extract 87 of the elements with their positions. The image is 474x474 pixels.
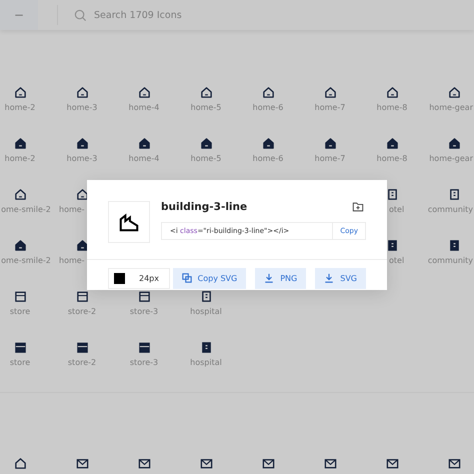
copy-svg-button[interactable]: Copy SVG [172,268,246,288]
building-icon[interactable] [386,239,398,252]
house-icon[interactable] [324,86,336,99]
folder-add-icon[interactable] [352,201,364,213]
building-icon[interactable] [200,341,212,354]
icon-label: home-2 [4,154,36,163]
house-icon[interactable] [138,86,150,99]
icon-label: home-3 [66,103,98,112]
store-icon[interactable] [76,341,88,354]
house-icon[interactable] [76,86,88,99]
house-icon[interactable] [448,86,460,99]
house-icon[interactable] [386,137,398,150]
icon-label: community [428,205,473,214]
icon-label: home-5 [190,103,222,112]
icon-label: otel [389,256,404,265]
store-icon[interactable] [138,341,150,354]
house-icon[interactable] [386,86,398,99]
icon-label: home-7 [314,103,346,112]
house-icon[interactable] [76,137,88,150]
envelope-icon[interactable] [448,457,460,470]
icon-label: home-5 [190,154,222,163]
icon-label: home-4 [128,103,160,112]
house-icon[interactable] [76,188,88,201]
house-icon[interactable] [448,137,460,150]
icon-label: community [428,256,473,265]
envelope-icon[interactable] [324,457,336,470]
house-icon[interactable] [324,137,336,150]
icon-label: home-4 [128,154,160,163]
icon-label: store [10,307,30,316]
icon-label: home-6 [252,154,284,163]
house-icon[interactable] [14,86,26,99]
icon-name: building-3-line [161,201,248,213]
icon-label: ome-smile-2 [1,205,51,214]
search-icon [74,8,87,22]
icon-label: home-gear [429,103,473,112]
envelope-icon[interactable] [386,457,398,470]
icon-label: ome-smile-2 [1,256,51,265]
collapse-button[interactable]: − [0,0,38,30]
house-icon[interactable] [138,137,150,150]
house-icon[interactable] [14,457,26,470]
icon-label: store-2 [68,307,96,316]
icon-label: home-2 [4,103,36,112]
icon-label: hospital [190,307,222,316]
color-size-field[interactable]: 24px [108,268,170,288]
icon-label: store [10,358,30,367]
icon-label: home-7 [314,154,346,163]
building-icon[interactable] [386,188,398,201]
icon-label: home- [59,205,85,214]
house-icon[interactable] [14,239,26,252]
icon-label: home-3 [66,154,98,163]
download-icon [264,273,274,283]
icon-label: store-3 [130,307,158,316]
house-icon[interactable] [200,86,212,99]
store-icon[interactable] [14,290,26,303]
icon-label: home-6 [252,103,284,112]
size-value: 24px [139,274,159,282]
copy-icon [182,273,192,283]
search-field[interactable]: Search 1709 Icons [94,10,254,20]
building-icon[interactable] [448,239,460,252]
download-button[interactable]: SVG [315,268,366,288]
store-icon[interactable] [76,290,88,303]
building-icon[interactable] [448,188,460,201]
download-icon [324,273,334,283]
building-icon [118,211,140,233]
icon-label: store-3 [130,358,158,367]
icon-label: store-2 [68,358,96,367]
download-button[interactable]: PNG [255,268,306,288]
envelope-icon[interactable] [262,457,274,470]
icon-label: home-8 [376,154,408,163]
icon-label: home-gear [429,154,473,163]
house-icon[interactable] [262,137,274,150]
store-icon[interactable] [14,341,26,354]
house-icon[interactable] [76,239,88,252]
color-swatch[interactable] [114,272,125,284]
envelope-icon[interactable] [76,457,88,470]
envelope-icon[interactable] [200,457,212,470]
house-icon[interactable] [262,86,274,99]
icon-label: otel [389,205,404,214]
house-icon[interactable] [14,188,26,201]
house-icon[interactable] [200,137,212,150]
house-icon[interactable] [14,137,26,150]
store-icon[interactable] [138,290,150,303]
icon-label: hospital [190,358,222,367]
building-icon[interactable] [200,290,212,303]
envelope-icon[interactable] [138,457,150,470]
icon-label: home-8 [376,103,408,112]
icon-label: home- [59,256,85,265]
